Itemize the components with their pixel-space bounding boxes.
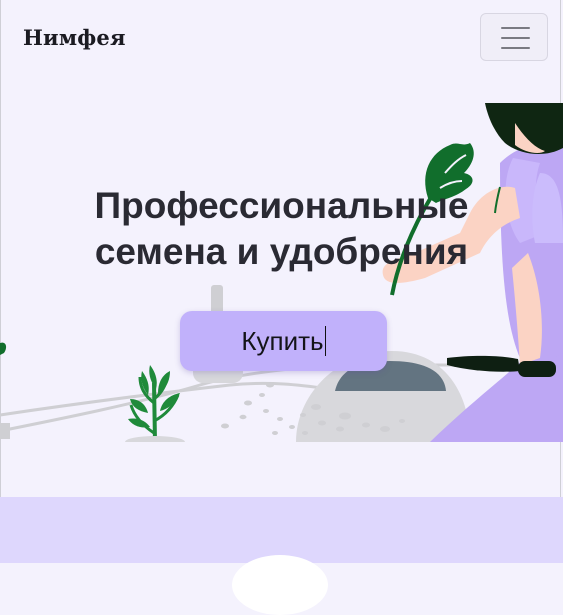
hero-title-line-1: Профессиональные [94, 185, 469, 226]
navbar: Нимфея [0, 0, 563, 80]
text-cursor [324, 325, 326, 356]
hero-title-line-2: семена и удобрения [94, 231, 469, 272]
brand-logo[interactable]: Нимфея [23, 25, 126, 50]
hero-section: Профессиональные семена и удобрения Купи… [0, 103, 563, 442]
lower-section [0, 497, 563, 615]
sprout-left [125, 365, 185, 442]
menu-toggle-button[interactable] [480, 13, 548, 61]
hero-title: Профессиональные семена и удобрения [0, 183, 563, 275]
buy-button-label: Купить [241, 325, 324, 356]
lower-section-shape [232, 555, 328, 615]
buy-button[interactable]: Купить [180, 311, 387, 371]
